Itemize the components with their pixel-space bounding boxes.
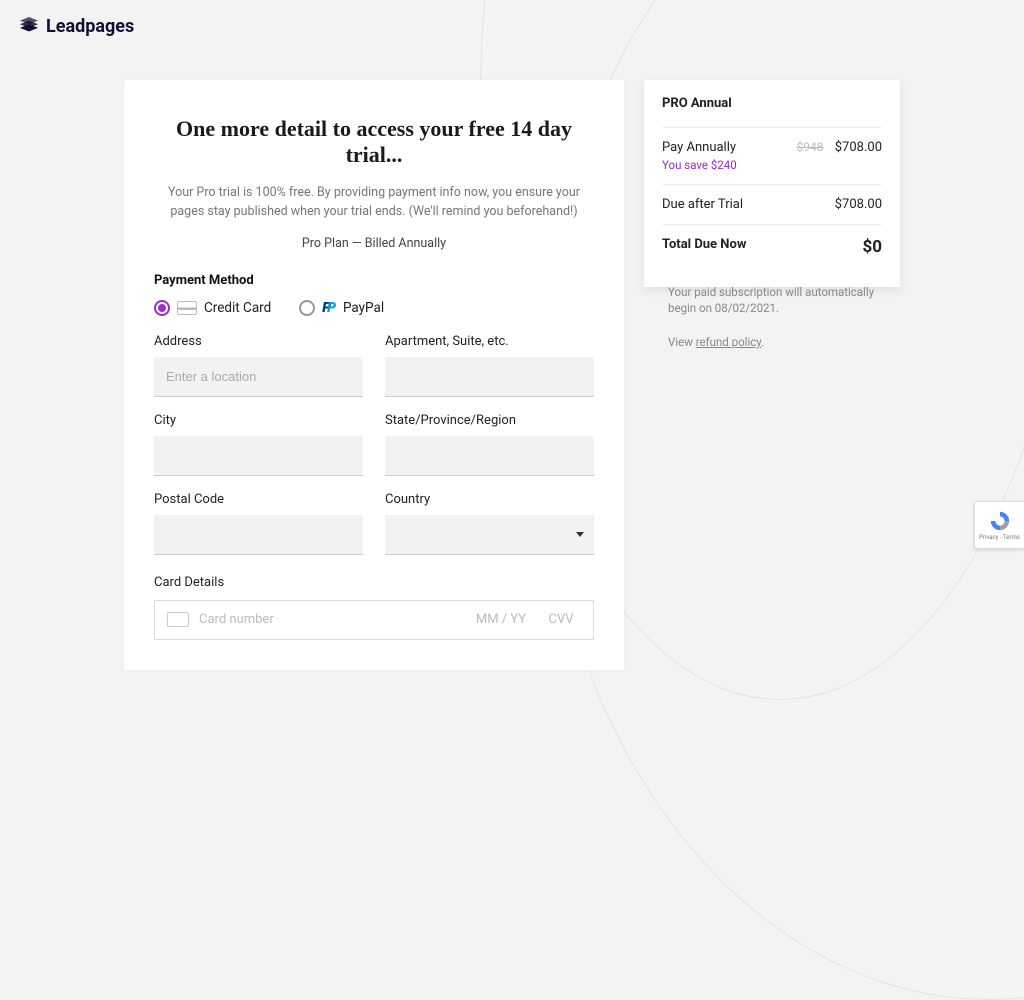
discount-price: $708.00 — [835, 140, 882, 155]
payment-option-paypal[interactable]: PP PayPal — [299, 300, 384, 316]
radio-unselected-icon — [299, 300, 315, 316]
you-save-text: You save $240 — [662, 158, 737, 172]
city-label: City — [154, 413, 363, 428]
total-due-now-value: $0 — [862, 237, 882, 257]
refund-policy-link[interactable]: refund policy — [696, 335, 761, 349]
due-after-trial-label: Due after Trial — [662, 197, 743, 212]
postal-input[interactable] — [154, 515, 363, 555]
auto-begin-text: Your paid subscription will automaticall… — [668, 284, 878, 316]
checkout-card: One more detail to access your free 14 d… — [124, 80, 624, 670]
payment-method-label: Payment Method — [154, 273, 594, 288]
card-brand-icon — [167, 612, 189, 627]
card-expiry-placeholder: MM / YY — [471, 612, 531, 627]
paypal-icon: PP — [322, 300, 336, 316]
card-number-placeholder: Card number — [199, 612, 461, 627]
subscription-footnote: Your paid subscription will automaticall… — [668, 284, 878, 350]
due-after-trial-value: $708.00 — [835, 197, 882, 212]
brand-name: Leadpages — [46, 16, 134, 37]
card-details-input[interactable]: Card number MM / YY CVV — [154, 600, 594, 640]
view-prefix: View — [668, 335, 696, 349]
credit-card-label: Credit Card — [204, 300, 271, 316]
paypal-label: PayPal — [343, 300, 384, 316]
plan-line: Pro Plan — Billed Annually — [154, 236, 594, 251]
apt-input[interactable] — [385, 357, 594, 397]
pay-annually-label: Pay Annually — [662, 140, 737, 155]
leadpages-icon — [18, 17, 40, 37]
recaptcha-icon — [989, 510, 1011, 532]
page-headline: One more detail to access your free 14 d… — [154, 116, 594, 168]
country-select[interactable] — [385, 515, 594, 555]
address-input[interactable] — [154, 357, 363, 397]
address-label: Address — [154, 334, 363, 349]
credit-card-icon — [177, 301, 197, 315]
radio-selected-icon — [154, 300, 170, 316]
period: . — [761, 335, 764, 349]
city-input[interactable] — [154, 436, 363, 476]
card-cvv-placeholder: CVV — [541, 612, 581, 627]
state-label: State/Province/Region — [385, 413, 594, 428]
page-subtext: Your Pro trial is 100% free. By providin… — [164, 184, 584, 222]
recaptcha-badge[interactable]: Privacy - Terms — [974, 501, 1024, 549]
chevron-down-icon — [576, 532, 584, 537]
total-due-now-label: Total Due Now — [662, 237, 746, 252]
postal-label: Postal Code — [154, 492, 363, 507]
brand-logo: Leadpages — [18, 16, 134, 37]
order-summary: PRO Annual Pay Annually You save $240 $9… — [644, 80, 900, 287]
apt-label: Apartment, Suite, etc. — [385, 334, 594, 349]
card-details-label: Card Details — [154, 575, 594, 590]
original-price: $948 — [797, 140, 824, 154]
recaptcha-links: Privacy - Terms — [979, 534, 1020, 541]
payment-option-credit-card[interactable]: Credit Card — [154, 300, 271, 316]
summary-title: PRO Annual — [662, 96, 882, 111]
state-input[interactable] — [385, 436, 594, 476]
country-label: Country — [385, 492, 594, 507]
